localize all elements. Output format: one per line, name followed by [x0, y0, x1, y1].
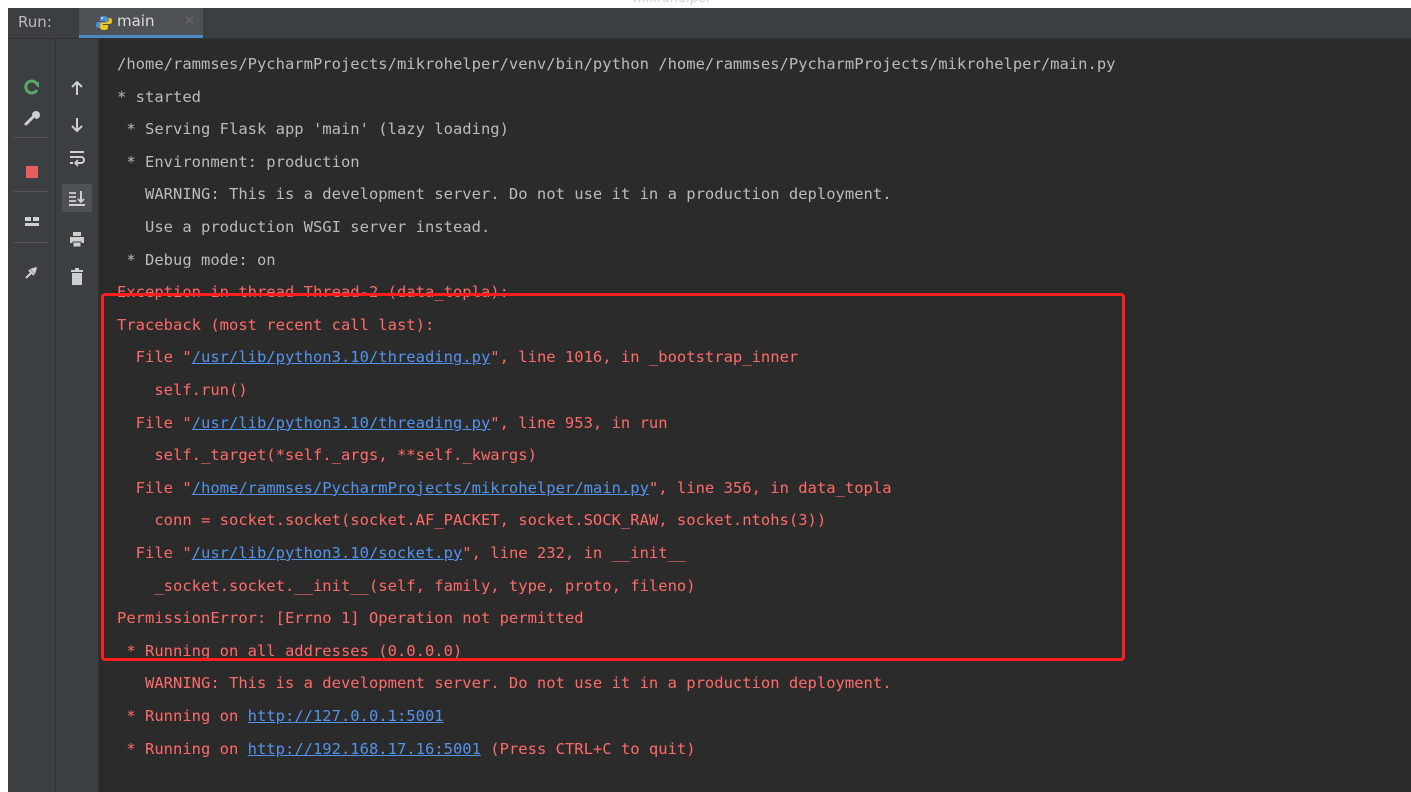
- console-line: * Environment: production: [117, 152, 360, 171]
- console-line: _socket.socket.__init__(self, family, ty…: [117, 576, 696, 595]
- run-label: Run:: [18, 13, 52, 31]
- console-line-suffix: ", line 356, in data_topla: [648, 478, 892, 497]
- console-line-prefix: File ": [117, 348, 192, 367]
- console-line: /home/rammses/PycharmProjects/mikrohelpe…: [117, 55, 1116, 73]
- console-line: * Running on all addresses (0.0.0.0): [117, 641, 463, 660]
- console-line-prefix: File ": [117, 413, 192, 432]
- console-line: * Debug mode: on: [117, 250, 276, 269]
- console-line: File "/usr/lib/python3.10/threading.py",…: [117, 347, 799, 367]
- window-title-partial: mikrohelper: [633, 0, 711, 6]
- console-line: Use a production WSGI server instead.: [117, 218, 491, 236]
- console-line: * started: [117, 87, 201, 106]
- python-icon: [95, 15, 113, 31]
- wrench-icon[interactable]: [20, 106, 44, 130]
- console-line: * Running on http://127.0.0.1:5001: [117, 706, 444, 726]
- arrow-up-icon[interactable]: [65, 76, 89, 100]
- toolbar-separator: [14, 191, 48, 192]
- console-line-suffix: (Press CTRL+C to quit): [480, 739, 696, 758]
- console-link[interactable]: /usr/lib/python3.10/socket.py: [192, 544, 463, 562]
- console-link[interactable]: http://127.0.0.1:5001: [248, 707, 444, 725]
- layout-icon[interactable]: [20, 209, 44, 233]
- console-output[interactable]: /home/rammses/PycharmProjects/mikrohelpe…: [99, 39, 1411, 792]
- console-line: File "/home/rammses/PycharmProjects/mikr…: [117, 478, 892, 498]
- console-line: self._target(*self._args, **self._kwargs…: [117, 446, 537, 465]
- console-link[interactable]: /usr/lib/python3.10/threading.py: [192, 414, 491, 432]
- console-line: conn = socket.socket(socket.AF_PACKET, s…: [117, 511, 827, 530]
- rerun-icon[interactable]: [20, 75, 44, 99]
- scroll-to-end-icon[interactable]: [62, 184, 92, 212]
- close-icon[interactable]: ×: [184, 13, 195, 28]
- soft-wrap-icon[interactable]: [65, 146, 89, 170]
- stop-icon[interactable]: [20, 160, 44, 184]
- arrow-down-icon[interactable]: [65, 113, 89, 137]
- console-line-suffix: ", line 232, in __init__: [462, 544, 687, 562]
- toolbar-separator: [14, 137, 48, 138]
- console-line: Exception in thread Thread-2 (data_topla…: [117, 283, 509, 302]
- console-line: File "/usr/lib/python3.10/socket.py", li…: [117, 543, 687, 563]
- run-toolbar-primary: [8, 39, 56, 792]
- toolbar-separator: [14, 242, 48, 243]
- console-line-prefix: * Running on: [117, 707, 248, 725]
- console-line: WARNING: This is a development server. D…: [117, 185, 892, 204]
- console-line: File "/usr/lib/python3.10/threading.py",…: [117, 413, 668, 433]
- tab-main-label: main: [117, 12, 155, 30]
- console-line: self.run(): [117, 381, 248, 399]
- trash-icon[interactable]: [65, 265, 89, 289]
- run-toolbar-secondary: [56, 39, 99, 792]
- window-top-strip: mikrohelper: [0, 0, 1411, 8]
- console-line: Traceback (most recent call last):: [117, 315, 435, 334]
- console-line-prefix: * Running on: [117, 739, 248, 758]
- console-line-suffix: ", line 953, in run: [490, 413, 668, 432]
- console-line-prefix: File ": [117, 544, 192, 562]
- pin-icon[interactable]: [20, 260, 44, 284]
- tab-main[interactable]: main ×: [79, 8, 203, 38]
- run-panel-header: Run: main ×: [8, 8, 1411, 39]
- console-link[interactable]: /usr/lib/python3.10/threading.py: [192, 348, 491, 366]
- console-line: * Serving Flask app 'main' (lazy loading…: [117, 120, 509, 139]
- console-line-prefix: File ": [117, 478, 192, 497]
- console-line-suffix: ", line 1016, in _bootstrap_inner: [490, 348, 799, 367]
- console-line: WARNING: This is a development server. D…: [117, 674, 892, 693]
- console-line: PermissionError: [Errno 1] Operation not…: [117, 609, 584, 628]
- console-link[interactable]: /home/rammses/PycharmProjects/mikrohelpe…: [192, 479, 649, 497]
- window-left-edge: [0, 8, 8, 792]
- print-icon[interactable]: [65, 228, 89, 252]
- console-line: * Running on http://192.168.17.16:5001 (…: [117, 739, 696, 759]
- console-link[interactable]: http://192.168.17.16:5001: [248, 740, 481, 758]
